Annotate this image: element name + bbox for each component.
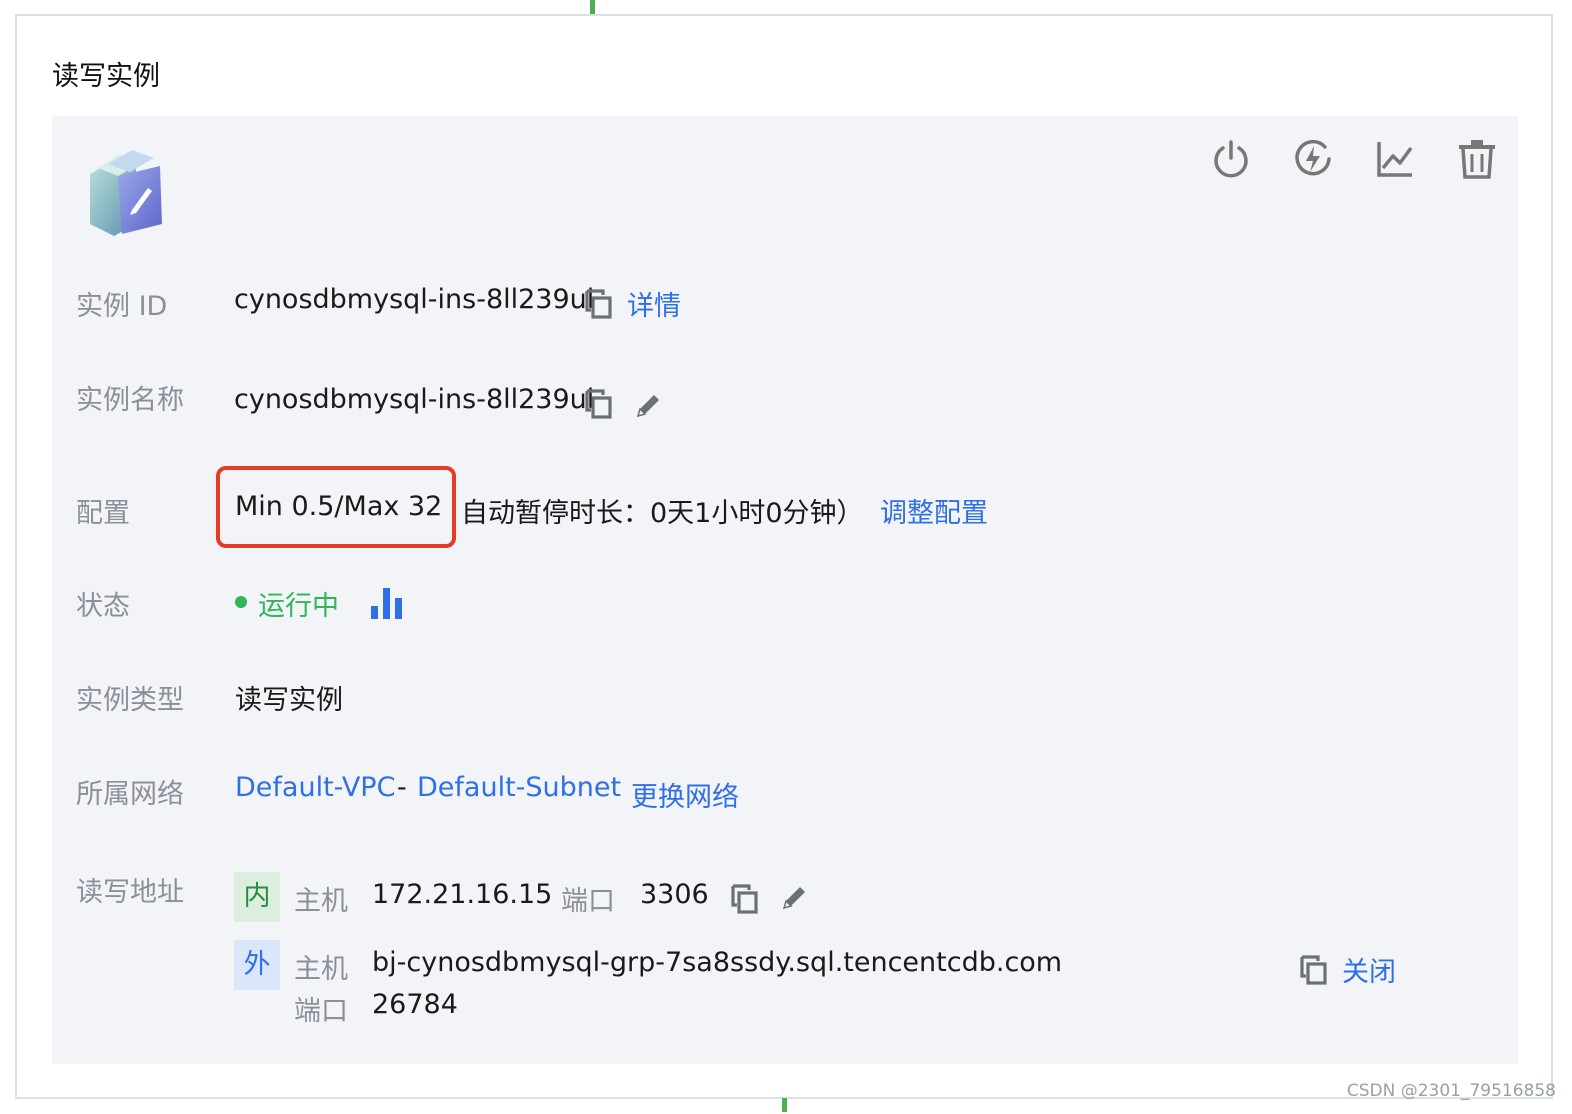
status-label: 状态 (76, 591, 130, 622)
watermark: CSDN @2301_79516858 (1346, 1081, 1556, 1101)
subnet-link[interactable]: Default-Subnet (417, 772, 621, 803)
speed-icon[interactable] (1292, 138, 1334, 180)
database-edit-icon (90, 150, 162, 236)
copy-icon[interactable] (584, 388, 614, 420)
internal-host-label: 主机 (294, 886, 348, 917)
pencil-icon[interactable] (634, 390, 664, 420)
vpc-link[interactable]: Default-VPC (235, 772, 395, 803)
config-label: 配置 (76, 498, 130, 529)
instance-id-label: 实例 ID (76, 291, 168, 322)
address-label: 读写地址 (76, 877, 184, 908)
external-tag: 外 (234, 940, 280, 990)
trash-icon[interactable] (1456, 138, 1498, 180)
status-dot (235, 596, 247, 608)
instance-name-label: 实例名称 (76, 385, 184, 416)
internal-host-value: 172.21.16.15 (372, 879, 553, 910)
external-port-label: 端口 (294, 996, 348, 1027)
bar-chart-icon[interactable] (370, 586, 404, 620)
change-network-link[interactable]: 更换网络 (631, 775, 739, 814)
instance-type-label: 实例类型 (76, 685, 184, 716)
copy-icon[interactable] (584, 288, 614, 320)
internal-port-label: 端口 (561, 886, 615, 917)
auto-pause-text: 自动暂停时长：0天1小时0分钟） (461, 498, 864, 529)
instance-name-value: cynosdbmysql-ins-8ll239ul (234, 384, 595, 415)
instance-id-value: cynosdbmysql-ins-8ll239ul (234, 284, 595, 315)
line-chart-icon[interactable] (1374, 138, 1416, 180)
config-value: Min 0.5/Max 32 (235, 491, 443, 522)
power-icon[interactable] (1210, 138, 1252, 180)
status-badge: 运行中 (258, 591, 339, 622)
instance-detail-link[interactable]: 详情 (627, 284, 681, 323)
internal-port-value: 3306 (640, 879, 709, 910)
copy-icon[interactable] (730, 883, 760, 915)
pencil-icon[interactable] (780, 882, 810, 912)
bottom-marker (782, 1098, 787, 1112)
network-separator: - (397, 772, 407, 803)
internal-tag: 内 (234, 872, 280, 922)
section-title: 读写实例 (52, 61, 160, 92)
copy-icon[interactable] (1299, 954, 1329, 986)
external-port-value: 26784 (372, 989, 458, 1020)
close-external-link[interactable]: 关闭 (1342, 950, 1396, 989)
top-marker (590, 0, 595, 15)
external-host-label: 主机 (294, 954, 348, 985)
instance-type-value: 读写实例 (235, 685, 343, 716)
adjust-config-link[interactable]: 调整配置 (880, 491, 988, 530)
network-label: 所属网络 (76, 779, 184, 810)
external-host-value: bj-cynosdbmysql-grp-7sa8ssdy.sql.tencent… (372, 947, 1063, 978)
